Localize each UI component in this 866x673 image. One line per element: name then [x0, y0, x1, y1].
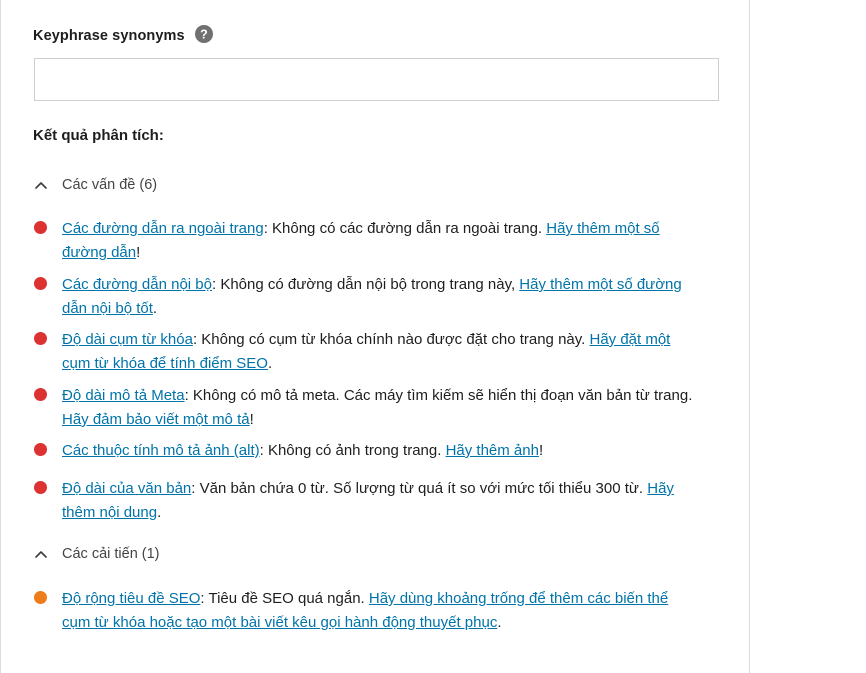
- problem-text: Độ dài của văn bản: Văn bản chứa 0 từ. S…: [62, 480, 674, 521]
- problem-item: Các đường dẫn nội bộ: Không có đường dẫn…: [34, 273, 694, 321]
- problem-item: Độ dài mô tả Meta: Không có mô tả meta. …: [34, 384, 694, 432]
- improvement-title-link[interactable]: Độ rộng tiêu đề SEO: [62, 590, 200, 607]
- synonyms-label-row: Keyphrase synonyms ?: [33, 25, 213, 44]
- svg-text:?: ?: [200, 28, 208, 42]
- problem-title-link[interactable]: Các thuộc tính mô tả ảnh (alt): [62, 442, 260, 459]
- problem-item: Độ dài của văn bản: Văn bản chứa 0 từ. S…: [34, 477, 694, 525]
- question-mark-help-icon[interactable]: ?: [194, 25, 213, 43]
- problem-title-link[interactable]: Độ dài cụm từ khóa: [62, 331, 193, 348]
- problem-item: Các thuộc tính mô tả ảnh (alt): Không có…: [34, 439, 694, 463]
- chevron-up-icon: [33, 546, 49, 562]
- red-bullet-icon: [34, 221, 47, 234]
- orange-bullet-icon: [34, 591, 47, 604]
- problem-text: Các đường dẫn nội bộ: Không có đường dẫn…: [62, 276, 682, 317]
- problem-title-link[interactable]: Độ dài của văn bản: [62, 480, 191, 497]
- problem-text: Các đường dẫn ra ngoài trang: Không có c…: [62, 220, 660, 261]
- improvement-item: Độ rộng tiêu đề SEO: Tiêu đề SEO quá ngắ…: [34, 587, 694, 635]
- problem-title-link[interactable]: Các đường dẫn ra ngoài trang: [62, 220, 264, 237]
- problem-item: Các đường dẫn ra ngoài trang: Không có c…: [34, 217, 694, 265]
- red-bullet-icon: [34, 481, 47, 494]
- improvement-text: Độ rộng tiêu đề SEO: Tiêu đề SEO quá ngắ…: [62, 590, 669, 631]
- chevron-up-icon: [33, 177, 49, 193]
- red-bullet-icon: [34, 277, 47, 290]
- problem-title-link[interactable]: Độ dài mô tả Meta: [62, 387, 185, 404]
- analysis-results-heading: Kết quả phân tích:: [33, 127, 164, 144]
- synonyms-input[interactable]: [34, 58, 719, 101]
- red-bullet-icon: [34, 443, 47, 456]
- problem-text: Các thuộc tính mô tả ảnh (alt): Không có…: [62, 442, 544, 459]
- problem-action-link[interactable]: Hãy đảm bảo viết một mô tả: [62, 411, 250, 428]
- problems-section-toggle[interactable]: Các vấn đề (6): [33, 177, 157, 193]
- problem-action-link[interactable]: Hãy thêm ảnh: [446, 442, 539, 459]
- seo-analysis-panel: Keyphrase synonyms ? Kết quả phân tích: …: [0, 0, 750, 673]
- improvements-section-toggle[interactable]: Các cải tiến (1): [33, 546, 160, 562]
- problem-text: Độ dài mô tả Meta: Không có mô tả meta. …: [62, 387, 693, 428]
- problem-title-link[interactable]: Các đường dẫn nội bộ: [62, 276, 212, 293]
- synonyms-label: Keyphrase synonyms: [33, 28, 185, 44]
- problem-text: Độ dài cụm từ khóa: Không có cụm từ khóa…: [62, 331, 671, 372]
- improvements-section-label: Các cải tiến (1): [62, 546, 160, 562]
- problems-section-label: Các vấn đề (6): [62, 177, 158, 193]
- red-bullet-icon: [34, 388, 47, 401]
- problem-item: Độ dài cụm từ khóa: Không có cụm từ khóa…: [34, 328, 694, 376]
- red-bullet-icon: [34, 332, 47, 345]
